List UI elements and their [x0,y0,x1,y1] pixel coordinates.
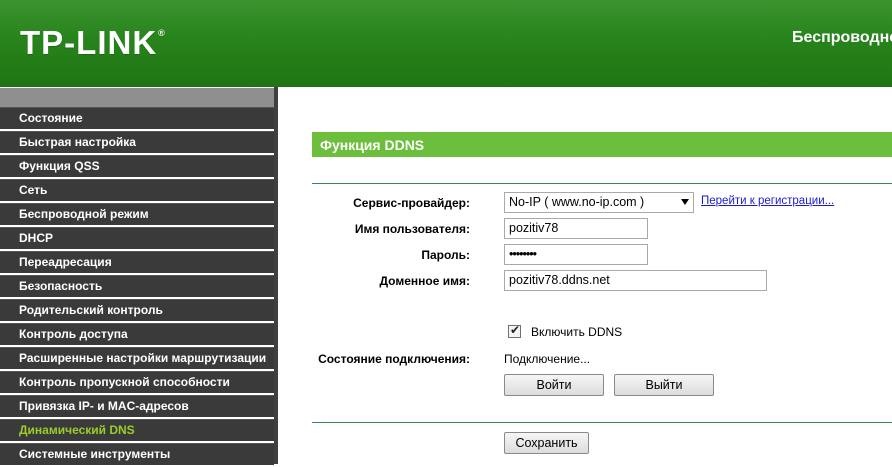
sidebar-item[interactable]: Функция QSS [0,155,274,177]
sidebar-item[interactable]: Родительский контроль [0,299,274,321]
sidebar-item[interactable]: Сеть [0,179,274,201]
chevron-down-icon [681,199,689,205]
sidebar-item[interactable]: Беспроводной режим [0,203,274,225]
sidebar-item[interactable]: Быстрая настройка [0,131,274,153]
sidebar-top-strip [0,88,274,107]
logout-button[interactable]: Выйти [614,374,714,396]
divider-bottom [312,422,892,423]
connection-status-label: Состояние подключения: [318,352,470,366]
sidebar-menu: Состояние Быстрая настройка Функция QSS Сет… [0,107,274,467]
login-button[interactable]: Войти [504,374,604,396]
logo-text: TP-LINK [20,24,158,61]
tp-link-logo: TP-LINK® [20,24,166,62]
connection-status-value: Подключение... [504,352,591,366]
username-input[interactable]: pozitiv78 [504,218,648,239]
sidebar-item[interactable]: Переадресация [0,251,274,273]
register-link[interactable]: Перейти к регистрации... [701,195,834,207]
logo-registered-mark: ® [158,28,166,38]
header: TP-LINK® Беспроводно [0,0,892,87]
enable-ddns-checkbox[interactable]: ✔ [508,323,521,338]
sidebar-item[interactable]: Системные инструменты [0,443,274,465]
sidebar-item[interactable]: Привязка IP- и MAC-адресов [0,395,274,417]
section-title: Функция DDNS [320,137,425,153]
sidebar-item[interactable]: Контроль доступа [0,323,274,345]
sidebar-item[interactable]: DHCP [0,227,274,249]
save-button[interactable]: Сохранить [504,432,589,454]
sidebar-item[interactable]: Динамический DNS [0,419,274,441]
section-header: Функция DDNS [312,132,892,157]
enable-ddns-label: Включить DDNS [531,325,623,339]
sidebar-item[interactable]: Безопасность [0,275,274,297]
password-input[interactable]: •••••••• [504,244,648,265]
sidebar-item[interactable]: Расширенные настройки маршрутизации [0,347,274,369]
domain-input[interactable]: pozitiv78.ddns.net [504,270,767,291]
domain-label: Доменное имя: [379,274,470,288]
provider-select[interactable]: No-IP ( www.no-ip.com ) [504,192,694,213]
divider-top [312,183,892,184]
provider-label: Сервис-провайдер: [353,196,470,210]
sidebar-item[interactable]: Контроль пропускной способности [0,371,274,393]
password-label: Пароль: [421,248,470,262]
sidebar: Состояние Быстрая настройка Функция QSS Сет… [0,87,278,467]
checkmark-icon: ✔ [510,323,521,337]
header-title: Беспроводно [792,29,892,46]
username-label: Имя пользователя: [354,222,470,236]
main-content: Функция DDNS Сервис-провайдер: No-IP ( w… [278,87,892,464]
sidebar-item[interactable]: Состояние [0,107,274,129]
provider-select-value: No-IP ( www.no-ip.com ) [509,195,645,209]
